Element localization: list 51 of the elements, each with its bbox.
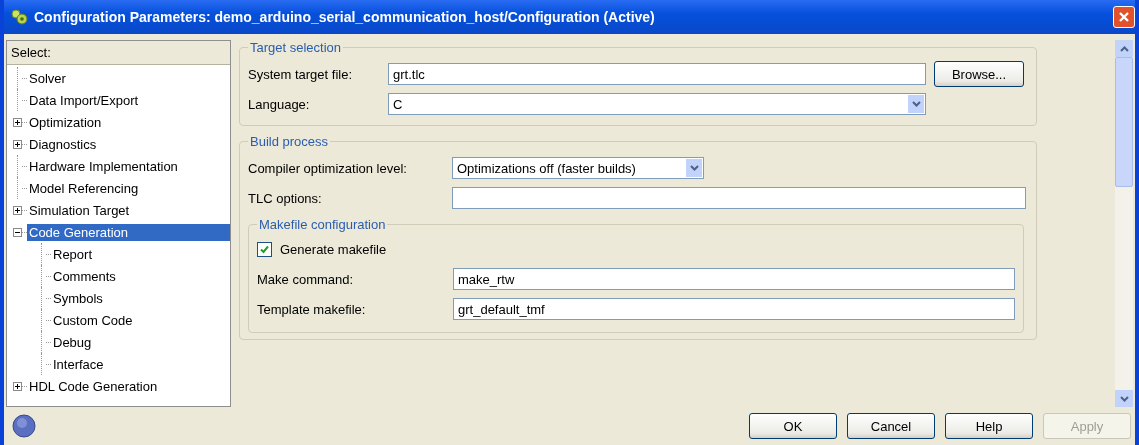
dialog-button[interactable]: Help (945, 413, 1033, 439)
close-icon (1118, 11, 1130, 23)
dialog-button[interactable]: OK (749, 413, 837, 439)
expand-icon[interactable] (13, 381, 22, 391)
field-label: Make command: (257, 271, 355, 287)
chevron-down-icon (689, 165, 699, 171)
tree-item[interactable]: HDL Code Generation (27, 377, 160, 395)
tree-item[interactable]: Report (51, 245, 95, 263)
field-label: Language: (248, 96, 311, 112)
gear-icon (10, 8, 28, 26)
tree-item[interactable]: Data Import/Export (27, 91, 141, 109)
group-title: Target selection (249, 40, 343, 55)
group-title: Build process (249, 134, 330, 149)
tree-item[interactable]: Interface (51, 355, 106, 373)
tree-item[interactable]: Optimization (27, 113, 104, 131)
dropdown[interactable]: Optimizations off (faster builds) (452, 157, 704, 179)
expand-icon[interactable] (13, 205, 22, 215)
tree-item[interactable]: Comments (51, 267, 118, 285)
text-field[interactable]: make_rtw (453, 268, 1015, 290)
tree-item[interactable]: Diagnostics (27, 135, 99, 153)
tree-item[interactable]: Debug (51, 333, 94, 351)
dialog-button[interactable]: Cancel (847, 413, 935, 439)
chevron-down-icon (911, 101, 921, 107)
checkbox[interactable] (257, 241, 272, 257)
dropdown[interactable]: C (388, 93, 926, 115)
window-title: Configuration Parameters: demo_arduino_serial_communication_host/Configuration (Active) (34, 9, 656, 25)
field-label: TLC options: (248, 190, 323, 206)
group-title: Makefile configuration (258, 217, 387, 232)
close-button[interactable] (1113, 6, 1135, 28)
field-label: Compiler optimization level: (248, 160, 408, 176)
tree-item[interactable]: Code Generation (27, 223, 230, 241)
tree-item[interactable]: Model Referencing (27, 179, 141, 197)
expand-icon[interactable] (13, 139, 22, 149)
tree-item[interactable]: Simulation Target (27, 201, 132, 219)
tree-header: Select: (7, 41, 230, 65)
text-field[interactable]: grt.tlc (388, 63, 926, 85)
browse-button[interactable]: Browse... (934, 61, 1024, 87)
text-field[interactable]: grt_default_tmf (453, 298, 1015, 320)
chevron-down-icon[interactable] (1119, 395, 1129, 402)
text-field[interactable] (452, 187, 1026, 209)
expand-icon[interactable] (13, 117, 22, 127)
tree-item[interactable]: Symbols (51, 289, 105, 307)
checkbox-label: Generate makefile (280, 241, 387, 257)
collapse-icon[interactable] (13, 227, 22, 237)
tree-item[interactable]: Hardware Implementation (27, 157, 180, 175)
field-label: System target file: (248, 66, 354, 82)
tree-item[interactable]: Custom Code (51, 311, 135, 329)
scrollbar[interactable] (1115, 40, 1133, 407)
tree-item[interactable]: Solver (27, 69, 68, 87)
field-label: Template makefile: (257, 301, 367, 317)
chevron-up-icon[interactable] (1119, 45, 1129, 52)
